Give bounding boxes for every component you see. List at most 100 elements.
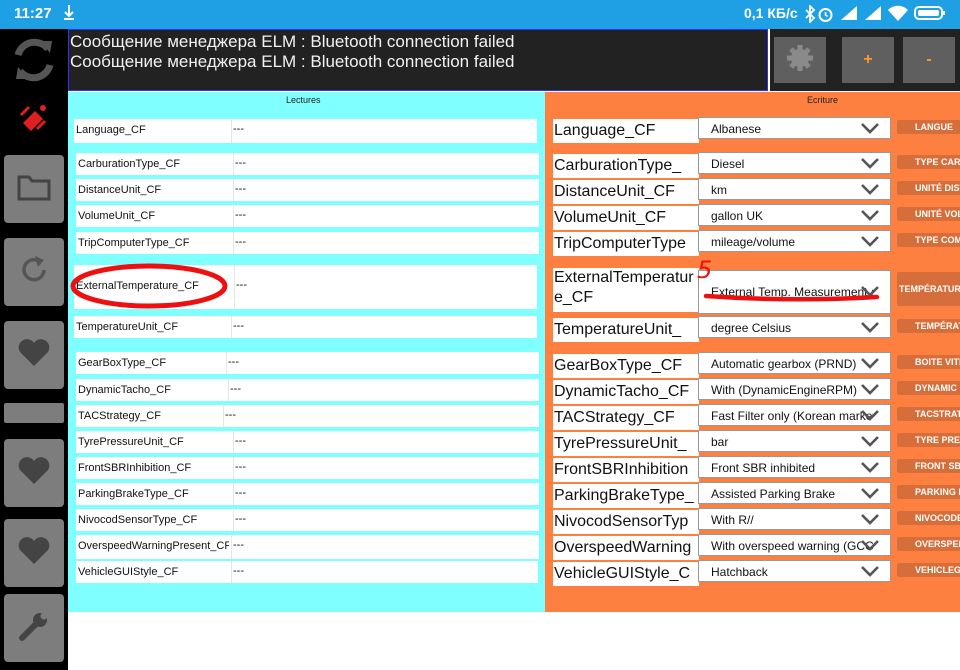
dropdown-selected-value: Diesel [711,157,745,171]
dropdown-selected-value: mileage/volume [711,235,796,249]
column-divider [223,405,224,427]
lecture-label: DistanceUnit_CF [78,184,162,196]
write-button[interactable]: PARKING BRA [897,485,960,499]
folder-button[interactable] [4,155,64,223]
chevron-down-icon [860,183,880,198]
clock: 11:27 [14,5,52,22]
column-divider [233,232,234,254]
dropdown-selected-value: km [711,183,727,197]
lecture-value: --- [235,461,246,473]
write-button[interactable]: TYPE CARBU [897,155,960,169]
lecture-value: --- [233,320,244,332]
write-button[interactable]: TEMPÉRATURE [897,272,960,306]
value-dropdown[interactable]: External Temp. Measurement a... [698,270,891,314]
column-divider [233,153,234,175]
ecriture-label: DynamicTacho_CF [553,380,699,404]
dropdown-selected-value: With (DynamicEngineRPM) [711,383,858,397]
lecture-row: ParkingBrakeType_CF --- [76,483,539,505]
dropdown-selected-value: Hatchback [711,565,768,579]
value-dropdown[interactable]: With R// [698,508,891,530]
dropdown-selected-value: Automatic gearbox (PRND) [711,357,857,371]
value-dropdown[interactable]: Front SBR inhibited [698,456,891,478]
minus-button[interactable]: - [903,37,955,83]
chevron-down-icon [860,235,880,250]
ecriture-label: NivocodSensorTyp [553,510,699,534]
write-button[interactable]: TYRE PRESS [897,433,960,447]
column-divider [231,561,232,583]
write-button[interactable]: TEMPÉRATU [897,319,960,333]
ecriture-label: ExternalTemperature_CF [553,268,699,312]
chevron-down-icon [860,409,880,424]
value-dropdown[interactable]: Assisted Parking Brake [698,482,891,504]
lecture-value: --- [235,487,246,499]
value-dropdown[interactable]: km [698,178,891,200]
value-dropdown[interactable]: Hatchback [698,560,891,582]
top-buttons: + - [770,29,960,91]
ecriture-panel: Ecriture Language_CF Albanese LANGUE Carbur… [545,92,960,612]
lecture-label: TyrePressureUnit_CF [78,436,184,448]
sync-icon[interactable] [0,33,68,92]
lecture-value: --- [235,209,246,221]
settings-button[interactable] [774,37,826,83]
write-button[interactable]: DYNAMIC [897,381,960,395]
lecture-row: Language_CF --- [74,119,537,143]
lecture-value: --- [233,565,244,577]
value-dropdown[interactable]: bar [698,430,891,452]
value-dropdown[interactable]: With overspeed warning (GCC... [698,534,891,556]
lecture-row: VehicleGUIStyle_CF --- [76,561,538,583]
write-button[interactable]: NIVOCODE SEN [897,511,960,525]
ecriture-label: VehicleGUIStyle_C [553,562,699,586]
write-button[interactable]: BOITE VITE [897,355,960,369]
dropdown-selected-value: Albanese [711,122,762,136]
lecture-value: --- [233,123,244,135]
heart-icon [17,456,51,491]
write-button[interactable]: VEHICLEGU [897,563,960,577]
message-line: Сообщение менеджера ELM : Bluetooth conn… [70,52,515,71]
alarm-icon [817,5,834,27]
value-dropdown[interactable]: degree Celsius [698,316,891,338]
value-dropdown[interactable]: Albanese [698,117,891,139]
value-dropdown[interactable]: With (DynamicEngineRPM) [698,378,891,400]
write-button[interactable]: UNITÉ VOLU [897,207,960,221]
write-button[interactable]: UNITÉ DIST [897,181,960,195]
column-divider [231,316,232,338]
lecture-row: ExternalTemperature_CF --- [74,265,537,309]
column-divider [231,535,232,559]
column-divider [233,457,234,479]
lecture-label: TripComputerType_CF [78,237,190,249]
write-button[interactable]: FRONT SBR IN [897,459,960,473]
plus-button[interactable]: + [842,37,894,83]
lecture-value: --- [228,356,239,368]
lecture-label: Language_CF [76,124,146,136]
lecture-value: --- [233,539,244,551]
lecture-label: VehicleGUIStyle_CF [78,566,179,578]
dropdown-selected-value: gallon UK [711,209,764,223]
lecture-row: GearBoxType_CF --- [76,352,539,374]
lecture-row: TemperatureUnit_CF --- [74,316,537,338]
write-button[interactable]: TACSTRAT [897,407,960,421]
satellite-icon[interactable] [0,101,68,138]
write-button[interactable]: LANGUE [897,120,960,134]
lecture-label: ExternalTemperature_CF [76,280,199,292]
lecture-row: TyrePressureUnit_CF --- [76,431,539,453]
favorite-button-4[interactable] [4,519,64,587]
heart-icon [17,536,51,571]
value-dropdown[interactable]: gallon UK [698,204,891,226]
write-button[interactable]: TYPE COMP [897,233,960,247]
lecture-label: ParkingBrakeType_CF [78,488,189,500]
lecture-value: --- [235,435,246,447]
lecture-value: --- [225,409,236,421]
tools-button[interactable] [4,594,64,662]
refresh-button[interactable] [4,238,64,306]
value-dropdown[interactable]: mileage/volume [698,230,891,252]
favorite-button-2[interactable] [4,403,64,423]
lecture-label: TACStrategy_CF [78,410,161,422]
column-divider [226,352,227,374]
write-button[interactable]: OVERSPEED W [897,537,960,551]
value-dropdown[interactable]: Diesel [698,152,891,174]
lecture-label: TemperatureUnit_CF [76,321,179,333]
value-dropdown[interactable]: Automatic gearbox (PRND) [698,352,891,374]
value-dropdown[interactable]: Fast Filter only (Korean market) [698,404,891,426]
favorite-button-1[interactable] [4,321,64,389]
favorite-button-3[interactable] [4,439,64,507]
